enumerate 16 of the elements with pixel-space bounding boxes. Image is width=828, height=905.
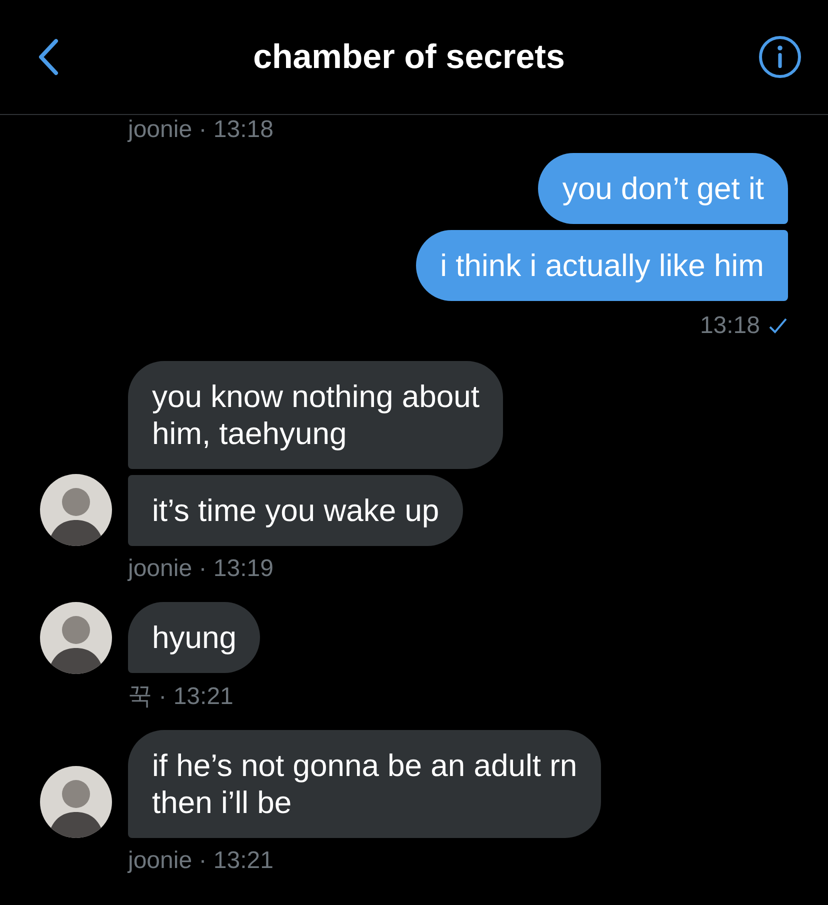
back-icon <box>36 38 60 76</box>
timestamp: joonie · 13:19 <box>128 556 274 582</box>
info-icon <box>758 35 802 79</box>
message-bubble: you know nothing about him, taehyung <box>128 361 504 469</box>
timestamp: 13:18 <box>700 313 760 339</box>
message-bubble: it’s time you wake up <box>128 475 464 546</box>
back-button[interactable] <box>36 38 60 76</box>
message-bubble: if he’s not gonna be an adult rn then i’ll be <box>128 730 602 838</box>
message-bubble: i think i actually like him <box>416 230 788 301</box>
message-bubble: you don’t get it <box>538 153 788 224</box>
info-button[interactable] <box>758 35 802 79</box>
timestamp: 꾹 · 13:21 <box>128 684 234 710</box>
timestamp: joonie · 13:18 <box>128 117 274 143</box>
message-bubble: hyung <box>128 602 260 673</box>
timestamp: joonie · 13:21 <box>128 848 274 874</box>
conversation-title: chamber of secrets <box>253 38 565 76</box>
